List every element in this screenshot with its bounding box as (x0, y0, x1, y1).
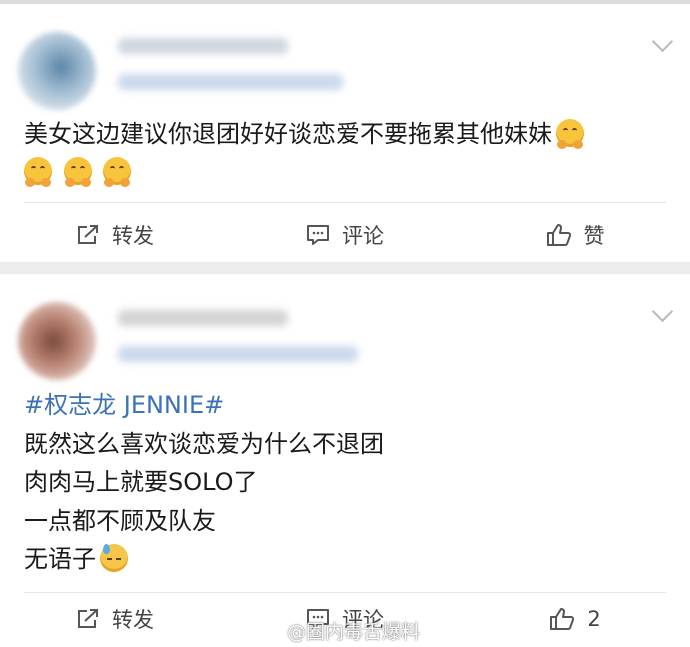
repost-label: 转发 (112, 224, 154, 248)
comment-line: 既然这么喜欢谈恋爱为什么不退团 (24, 429, 384, 458)
weibo-logo (255, 621, 280, 641)
comment-button[interactable]: 评论 (230, 220, 460, 250)
like-label: 赞 (583, 224, 605, 248)
comment-card-2: #权志龙 JENNIE# 既然这么喜欢谈恋爱为什么不退团 肉肉马上就要SOLO了… (0, 274, 690, 647)
divider (24, 202, 666, 203)
comment-line: 无语子 (24, 545, 96, 573)
comment-icon (307, 225, 329, 245)
hashtag-link[interactable]: #权志龙 JENNIE# (24, 386, 670, 425)
username-blurred[interactable] (118, 38, 288, 54)
watermark-text: @圈内毒舌爆料 (287, 621, 421, 643)
repost-button[interactable]: 转发 (0, 220, 230, 250)
hugging-emoji (556, 119, 584, 149)
share-icon (78, 225, 98, 244)
avatar[interactable] (18, 32, 96, 110)
repost-label: 转发 (112, 608, 154, 632)
chevron-down-icon[interactable] (651, 300, 674, 323)
username-blurred[interactable] (118, 310, 288, 326)
hugging-emoji (63, 157, 92, 187)
card-gap (0, 262, 690, 274)
comment-text: #权志龙 JENNIE# 既然这么喜欢谈恋爱为什么不退团 肉肉马上就要SOLO了… (24, 386, 670, 579)
hugging-emoji (103, 157, 132, 187)
comment-line: 一点都不顾及队友 (24, 506, 216, 535)
like-button[interactable]: 赞 (460, 220, 690, 250)
like-count: 2 (587, 607, 601, 631)
like-button[interactable]: 2 (460, 607, 690, 631)
action-bar: 转发 评论 赞 (0, 208, 690, 262)
comment-label: 评论 (342, 224, 384, 248)
meta-blurred (118, 346, 358, 362)
thumbs-up-icon (550, 608, 575, 630)
comment-line: 美女这边建议你退团好好谈恋爱不要拖累其他妹妹 (24, 120, 552, 148)
meta-blurred (118, 74, 343, 90)
chevron-down-icon[interactable] (651, 30, 674, 53)
watermark: @圈内毒舌爆料 (255, 617, 420, 644)
comment-card-1: 美女这边建议你退团好好谈恋爱不要拖累其他妹妹 转发 评论 赞 (0, 4, 690, 262)
sweat-emoji (100, 544, 128, 572)
comment-line: 肉肉马上就要SOLO了 (24, 468, 258, 496)
repost-button[interactable]: 转发 (0, 604, 230, 634)
comment-text: 美女这边建议你退团好好谈恋爱不要拖累其他妹妹 (24, 116, 670, 190)
avatar[interactable] (18, 302, 96, 380)
share-icon (78, 609, 98, 628)
hugging-emoji (24, 157, 52, 187)
thumbs-up-icon (546, 224, 571, 246)
